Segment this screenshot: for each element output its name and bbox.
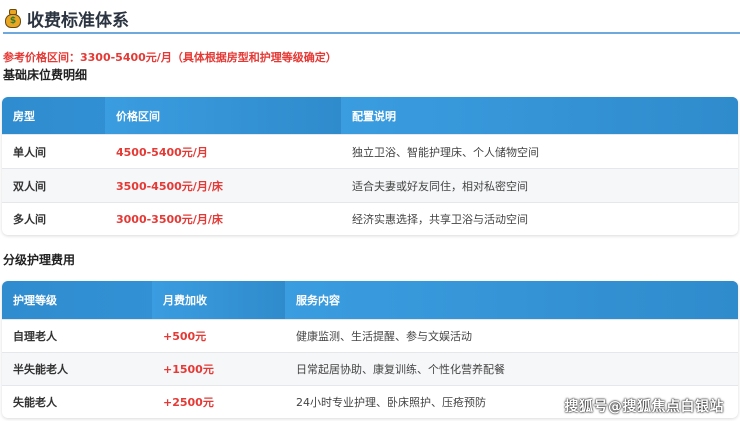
room-type: 双人间 (13, 179, 46, 193)
header-room-type: 房型 (13, 109, 35, 123)
table-row: 半失能老人 +1500元 日常起居协助、康复训练、个性化营养配餐 (2, 352, 738, 385)
header-monthly-fee: 月费加收 (152, 281, 285, 319)
watermark: 搜狐号@搜狐焦点白银站 (564, 399, 724, 415)
care-desc: 日常起居协助、康复训练、个性化营养配餐 (296, 363, 505, 376)
room-type: 多人间 (13, 213, 46, 226)
table-header: 房型 价格区间 配置说明 (2, 97, 738, 134)
care-desc: 健康监测、生活提醒、参与文娱活动 (296, 330, 472, 343)
table-row: 单人间 4500-5400元/月 独立卫浴、智能护理床、个人储物空间 (2, 134, 738, 168)
table-header: 护理等级 月费加收 服务内容 (2, 281, 738, 319)
care-fee: +500元 (163, 330, 207, 343)
bed-section-heading: 基础床位费明细 (3, 68, 88, 82)
care-level: 失能老人 (13, 396, 57, 409)
header-config: 配置说明 (341, 97, 738, 134)
table-row: 自理老人 +500元 健康监测、生活提醒、参与文娱活动 (2, 319, 738, 352)
header-services: 服务内容 (285, 281, 738, 319)
room-price: 4500-5400元/月 (116, 145, 208, 159)
care-level: 半失能老人 (13, 363, 68, 376)
page-title-text: 收费标准体系 (27, 11, 129, 31)
page-title: $ 收费标准体系 (5, 6, 129, 31)
room-desc: 经济实惠选择，共享卫浴与活动空间 (352, 213, 528, 226)
table-row: 双人间 3500-4500元/月/床 适合夫妻或好友同住，相对私密空间 (2, 168, 738, 202)
care-fee: +1500元 (163, 363, 214, 376)
room-desc: 独立卫浴、智能护理床、个人储物空间 (352, 145, 539, 159)
care-fee: +2500元 (163, 396, 214, 409)
bed-fee-table: 房型 价格区间 配置说明 单人间 4500-5400元/月 独立卫浴、智能护理床… (2, 97, 738, 235)
header-price: 价格区间 (105, 97, 341, 134)
table-row: 多人间 3000-3500元/月/床 经济实惠选择，共享卫浴与活动空间 (2, 202, 738, 235)
room-price: 3000-3500元/月/床 (116, 213, 223, 226)
room-price: 3500-4500元/月/床 (116, 179, 223, 193)
header-care-level: 护理等级 (13, 294, 57, 307)
room-type: 单人间 (13, 145, 46, 159)
title-divider (3, 32, 740, 34)
money-bag-icon: $ (5, 9, 21, 28)
care-section-heading: 分级护理费用 (3, 253, 76, 267)
care-level: 自理老人 (13, 330, 57, 343)
price-range-note: 参考价格区间：3300-5400元/月（具体根据房型和护理等级确定） (3, 51, 337, 64)
room-desc: 适合夫妻或好友同住，相对私密空间 (352, 179, 528, 193)
